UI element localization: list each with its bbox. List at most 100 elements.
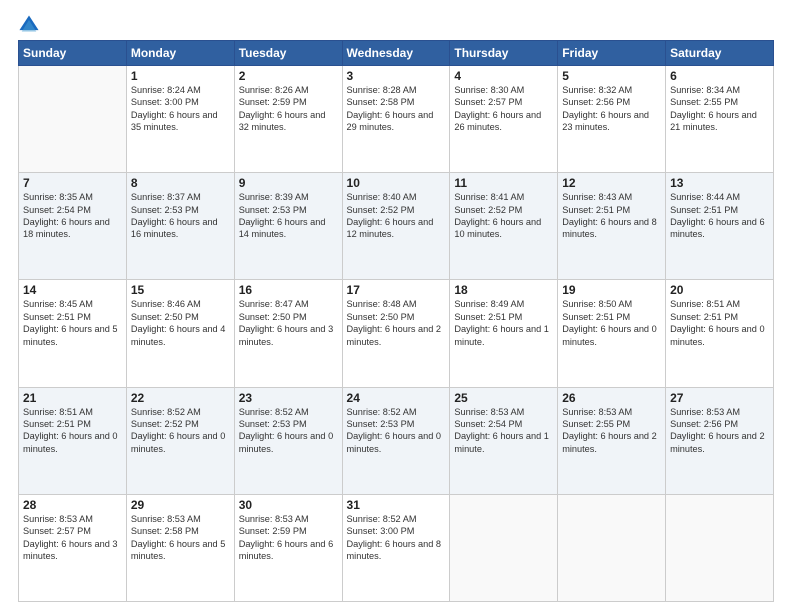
calendar-cell: 20Sunrise: 8:51 AMSunset: 2:51 PMDayligh… xyxy=(666,280,774,387)
cell-info: Sunrise: 8:53 AMSunset: 2:55 PMDaylight:… xyxy=(562,406,661,456)
calendar-cell: 7Sunrise: 8:35 AMSunset: 2:54 PMDaylight… xyxy=(19,173,127,280)
cell-info: Sunrise: 8:32 AMSunset: 2:56 PMDaylight:… xyxy=(562,84,661,134)
cell-info: Sunrise: 8:37 AMSunset: 2:53 PMDaylight:… xyxy=(131,191,230,241)
calendar-cell: 13Sunrise: 8:44 AMSunset: 2:51 PMDayligh… xyxy=(666,173,774,280)
week-row-4: 21Sunrise: 8:51 AMSunset: 2:51 PMDayligh… xyxy=(19,387,774,494)
cell-info: Sunrise: 8:24 AMSunset: 3:00 PMDaylight:… xyxy=(131,84,230,134)
cell-info: Sunrise: 8:53 AMSunset: 2:54 PMDaylight:… xyxy=(454,406,553,456)
cell-info: Sunrise: 8:49 AMSunset: 2:51 PMDaylight:… xyxy=(454,298,553,348)
day-number: 6 xyxy=(670,69,769,83)
cell-info: Sunrise: 8:35 AMSunset: 2:54 PMDaylight:… xyxy=(23,191,122,241)
day-number: 3 xyxy=(347,69,446,83)
calendar-cell xyxy=(666,494,774,601)
calendar-cell: 1Sunrise: 8:24 AMSunset: 3:00 PMDaylight… xyxy=(126,66,234,173)
calendar-cell: 30Sunrise: 8:53 AMSunset: 2:59 PMDayligh… xyxy=(234,494,342,601)
col-header-monday: Monday xyxy=(126,41,234,66)
calendar-cell: 5Sunrise: 8:32 AMSunset: 2:56 PMDaylight… xyxy=(558,66,666,173)
day-number: 11 xyxy=(454,176,553,190)
calendar-cell: 29Sunrise: 8:53 AMSunset: 2:58 PMDayligh… xyxy=(126,494,234,601)
cell-info: Sunrise: 8:53 AMSunset: 2:59 PMDaylight:… xyxy=(239,513,338,563)
cell-info: Sunrise: 8:47 AMSunset: 2:50 PMDaylight:… xyxy=(239,298,338,348)
calendar-cell: 21Sunrise: 8:51 AMSunset: 2:51 PMDayligh… xyxy=(19,387,127,494)
cell-info: Sunrise: 8:28 AMSunset: 2:58 PMDaylight:… xyxy=(347,84,446,134)
cell-info: Sunrise: 8:51 AMSunset: 2:51 PMDaylight:… xyxy=(670,298,769,348)
cell-info: Sunrise: 8:52 AMSunset: 2:53 PMDaylight:… xyxy=(347,406,446,456)
calendar-cell xyxy=(19,66,127,173)
day-number: 9 xyxy=(239,176,338,190)
cell-info: Sunrise: 8:53 AMSunset: 2:57 PMDaylight:… xyxy=(23,513,122,563)
calendar-cell: 18Sunrise: 8:49 AMSunset: 2:51 PMDayligh… xyxy=(450,280,558,387)
cell-info: Sunrise: 8:53 AMSunset: 2:56 PMDaylight:… xyxy=(670,406,769,456)
calendar-cell xyxy=(450,494,558,601)
day-number: 8 xyxy=(131,176,230,190)
day-number: 20 xyxy=(670,283,769,297)
calendar-cell: 17Sunrise: 8:48 AMSunset: 2:50 PMDayligh… xyxy=(342,280,450,387)
cell-info: Sunrise: 8:50 AMSunset: 2:51 PMDaylight:… xyxy=(562,298,661,348)
day-number: 27 xyxy=(670,391,769,405)
day-number: 19 xyxy=(562,283,661,297)
day-number: 2 xyxy=(239,69,338,83)
day-number: 29 xyxy=(131,498,230,512)
col-header-wednesday: Wednesday xyxy=(342,41,450,66)
col-header-tuesday: Tuesday xyxy=(234,41,342,66)
calendar-cell: 9Sunrise: 8:39 AMSunset: 2:53 PMDaylight… xyxy=(234,173,342,280)
logo-icon xyxy=(18,14,40,36)
day-number: 7 xyxy=(23,176,122,190)
calendar-cell: 14Sunrise: 8:45 AMSunset: 2:51 PMDayligh… xyxy=(19,280,127,387)
calendar-cell: 27Sunrise: 8:53 AMSunset: 2:56 PMDayligh… xyxy=(666,387,774,494)
day-number: 30 xyxy=(239,498,338,512)
day-number: 14 xyxy=(23,283,122,297)
cell-info: Sunrise: 8:41 AMSunset: 2:52 PMDaylight:… xyxy=(454,191,553,241)
calendar-cell: 2Sunrise: 8:26 AMSunset: 2:59 PMDaylight… xyxy=(234,66,342,173)
day-number: 12 xyxy=(562,176,661,190)
calendar-cell xyxy=(558,494,666,601)
day-number: 1 xyxy=(131,69,230,83)
calendar-cell: 11Sunrise: 8:41 AMSunset: 2:52 PMDayligh… xyxy=(450,173,558,280)
day-number: 24 xyxy=(347,391,446,405)
page: SundayMondayTuesdayWednesdayThursdayFrid… xyxy=(0,0,792,612)
calendar-cell: 19Sunrise: 8:50 AMSunset: 2:51 PMDayligh… xyxy=(558,280,666,387)
cell-info: Sunrise: 8:43 AMSunset: 2:51 PMDaylight:… xyxy=(562,191,661,241)
calendar-table: SundayMondayTuesdayWednesdayThursdayFrid… xyxy=(18,40,774,602)
calendar-cell: 10Sunrise: 8:40 AMSunset: 2:52 PMDayligh… xyxy=(342,173,450,280)
cell-info: Sunrise: 8:46 AMSunset: 2:50 PMDaylight:… xyxy=(131,298,230,348)
cell-info: Sunrise: 8:48 AMSunset: 2:50 PMDaylight:… xyxy=(347,298,446,348)
calendar-cell: 23Sunrise: 8:52 AMSunset: 2:53 PMDayligh… xyxy=(234,387,342,494)
day-number: 28 xyxy=(23,498,122,512)
header xyxy=(18,10,774,36)
calendar-cell: 25Sunrise: 8:53 AMSunset: 2:54 PMDayligh… xyxy=(450,387,558,494)
cell-info: Sunrise: 8:45 AMSunset: 2:51 PMDaylight:… xyxy=(23,298,122,348)
calendar-cell: 22Sunrise: 8:52 AMSunset: 2:52 PMDayligh… xyxy=(126,387,234,494)
calendar-cell: 26Sunrise: 8:53 AMSunset: 2:55 PMDayligh… xyxy=(558,387,666,494)
cell-info: Sunrise: 8:52 AMSunset: 3:00 PMDaylight:… xyxy=(347,513,446,563)
calendar-cell: 8Sunrise: 8:37 AMSunset: 2:53 PMDaylight… xyxy=(126,173,234,280)
calendar-cell: 3Sunrise: 8:28 AMSunset: 2:58 PMDaylight… xyxy=(342,66,450,173)
cell-info: Sunrise: 8:52 AMSunset: 2:52 PMDaylight:… xyxy=(131,406,230,456)
col-header-thursday: Thursday xyxy=(450,41,558,66)
day-number: 13 xyxy=(670,176,769,190)
col-header-sunday: Sunday xyxy=(19,41,127,66)
week-row-3: 14Sunrise: 8:45 AMSunset: 2:51 PMDayligh… xyxy=(19,280,774,387)
day-number: 5 xyxy=(562,69,661,83)
day-number: 23 xyxy=(239,391,338,405)
week-row-5: 28Sunrise: 8:53 AMSunset: 2:57 PMDayligh… xyxy=(19,494,774,601)
day-number: 17 xyxy=(347,283,446,297)
week-row-2: 7Sunrise: 8:35 AMSunset: 2:54 PMDaylight… xyxy=(19,173,774,280)
calendar-cell: 24Sunrise: 8:52 AMSunset: 2:53 PMDayligh… xyxy=(342,387,450,494)
day-number: 4 xyxy=(454,69,553,83)
calendar-cell: 31Sunrise: 8:52 AMSunset: 3:00 PMDayligh… xyxy=(342,494,450,601)
col-header-friday: Friday xyxy=(558,41,666,66)
day-number: 26 xyxy=(562,391,661,405)
calendar-cell: 16Sunrise: 8:47 AMSunset: 2:50 PMDayligh… xyxy=(234,280,342,387)
cell-info: Sunrise: 8:34 AMSunset: 2:55 PMDaylight:… xyxy=(670,84,769,134)
calendar-cell: 6Sunrise: 8:34 AMSunset: 2:55 PMDaylight… xyxy=(666,66,774,173)
week-row-1: 1Sunrise: 8:24 AMSunset: 3:00 PMDaylight… xyxy=(19,66,774,173)
cell-info: Sunrise: 8:44 AMSunset: 2:51 PMDaylight:… xyxy=(670,191,769,241)
day-number: 25 xyxy=(454,391,553,405)
calendar-cell: 15Sunrise: 8:46 AMSunset: 2:50 PMDayligh… xyxy=(126,280,234,387)
day-number: 16 xyxy=(239,283,338,297)
calendar-cell: 4Sunrise: 8:30 AMSunset: 2:57 PMDaylight… xyxy=(450,66,558,173)
col-header-saturday: Saturday xyxy=(666,41,774,66)
cell-info: Sunrise: 8:51 AMSunset: 2:51 PMDaylight:… xyxy=(23,406,122,456)
day-number: 18 xyxy=(454,283,553,297)
